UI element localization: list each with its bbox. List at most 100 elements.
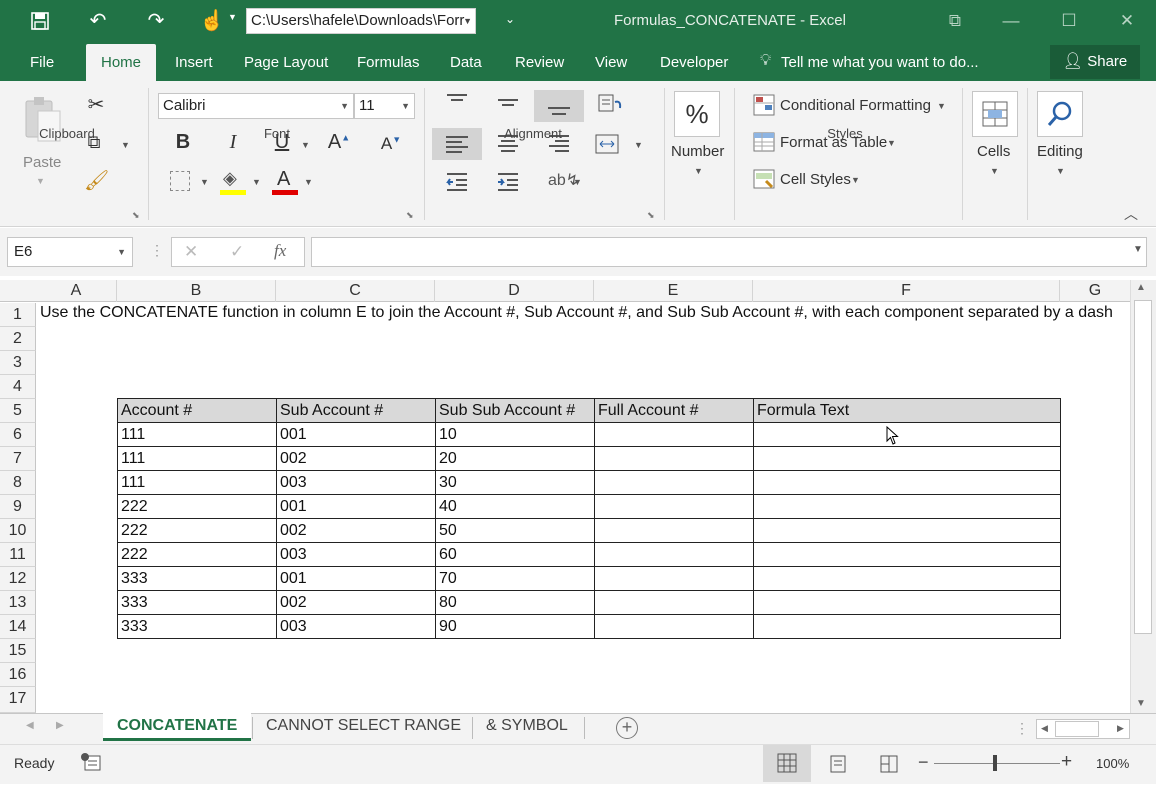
- row-header[interactable]: 8: [0, 471, 36, 495]
- paste-label[interactable]: Paste: [23, 154, 61, 171]
- decrease-font-size-icon[interactable]: A▼: [378, 134, 404, 154]
- alignment-launcher-icon[interactable]: ⬊: [647, 210, 655, 221]
- column-header-e[interactable]: E: [594, 280, 753, 302]
- editing-dropdown-icon[interactable]: ▼: [1056, 166, 1065, 176]
- table-cell-account[interactable]: 111: [117, 471, 276, 495]
- table-header-full-account[interactable]: Full Account #: [594, 399, 753, 423]
- vertical-scroll-thumb[interactable]: [1134, 300, 1152, 634]
- macro-record-icon[interactable]: [80, 752, 102, 772]
- table-cell-account[interactable]: 333: [117, 615, 276, 639]
- table-cell-full-account[interactable]: [594, 591, 753, 615]
- font-color-icon[interactable]: A: [272, 168, 298, 196]
- table-cell-sub-account[interactable]: 003: [276, 471, 435, 495]
- format-painter-icon[interactable]: 🖌︎: [84, 168, 109, 193]
- clipboard-launcher-icon[interactable]: ⬊: [132, 210, 140, 221]
- cells-icon[interactable]: [972, 91, 1018, 137]
- row-header[interactable]: 14: [0, 615, 36, 639]
- minimize-icon[interactable]: —: [996, 10, 1026, 32]
- table-cell-sub-account[interactable]: 002: [276, 591, 435, 615]
- table-cell-sub-sub-account[interactable]: 20: [435, 447, 594, 471]
- table-cell-formula-text[interactable]: [753, 423, 1060, 447]
- scroll-up-icon[interactable]: ▲: [1136, 282, 1146, 293]
- cells-label[interactable]: Cells: [977, 143, 1010, 160]
- undo-icon[interactable]: ↶: [84, 8, 112, 34]
- tab-formulas[interactable]: Formulas: [343, 44, 434, 81]
- cells-dropdown-icon[interactable]: ▼: [990, 166, 999, 176]
- touch-mode-dropdown-icon[interactable]: ▼: [228, 12, 237, 22]
- table-cell-account[interactable]: 333: [117, 567, 276, 591]
- row-header[interactable]: 15: [0, 639, 36, 663]
- path-dropdown-icon[interactable]: ▼: [463, 9, 472, 33]
- conditional-formatting-icon[interactable]: [752, 93, 776, 117]
- table-cell-account[interactable]: 222: [117, 543, 276, 567]
- borders-dropdown-icon[interactable]: ▼: [200, 177, 209, 187]
- number-dropdown-icon[interactable]: ▼: [694, 166, 703, 176]
- next-sheet-icon[interactable]: ▶: [56, 720, 64, 731]
- row-header[interactable]: 16: [0, 663, 36, 687]
- zoom-level[interactable]: 100%: [1096, 756, 1129, 771]
- enter-icon[interactable]: ✓: [230, 242, 244, 262]
- table-cell-sub-account[interactable]: 001: [276, 567, 435, 591]
- row-header[interactable]: 10: [0, 519, 36, 543]
- row-header[interactable]: 5: [0, 399, 36, 423]
- row-header[interactable]: 1: [0, 303, 36, 327]
- underline-dropdown-icon[interactable]: ▼: [301, 140, 310, 150]
- page-layout-view-icon[interactable]: [829, 754, 847, 774]
- table-cell-formula-text[interactable]: [753, 543, 1060, 567]
- format-as-table-icon[interactable]: [752, 130, 776, 154]
- row-header[interactable]: 11: [0, 543, 36, 567]
- font-launcher-icon[interactable]: ⬊: [406, 210, 414, 221]
- column-header-a[interactable]: A: [36, 280, 117, 302]
- cell-styles-icon[interactable]: [752, 167, 776, 191]
- table-cell-formula-text[interactable]: [753, 447, 1060, 471]
- row-header[interactable]: 13: [0, 591, 36, 615]
- align-left-icon[interactable]: [432, 128, 482, 160]
- font-name-dropdown-icon[interactable]: ▼: [340, 94, 349, 118]
- scroll-down-icon[interactable]: ▼: [1136, 698, 1146, 709]
- paste-dropdown-icon[interactable]: ▼: [36, 176, 45, 186]
- table-cell-account[interactable]: 111: [117, 423, 276, 447]
- middle-align-icon[interactable]: [495, 92, 521, 114]
- cell-styles-button[interactable]: Cell Styles: [780, 171, 851, 188]
- table-cell-sub-sub-account[interactable]: 70: [435, 567, 594, 591]
- file-path-box[interactable]: C:\Users\hafele\Downloads\Forr ▼: [246, 8, 476, 34]
- wrap-text-icon[interactable]: ab↯: [548, 170, 579, 194]
- table-cell-sub-sub-account[interactable]: 60: [435, 543, 594, 567]
- table-cell-account[interactable]: 222: [117, 495, 276, 519]
- cut-icon[interactable]: ✂: [84, 92, 108, 117]
- table-cell-sub-account[interactable]: 001: [276, 495, 435, 519]
- table-cell-account[interactable]: 111: [117, 447, 276, 471]
- table-cell-sub-sub-account[interactable]: 40: [435, 495, 594, 519]
- tab-view[interactable]: View: [581, 44, 641, 81]
- font-size-combo[interactable]: 11 ▼: [354, 93, 415, 119]
- table-cell-formula-text[interactable]: [753, 615, 1060, 639]
- table-cell-sub-account[interactable]: 001: [276, 423, 435, 447]
- tab-data[interactable]: Data: [436, 44, 496, 81]
- table-header-account[interactable]: Account #: [117, 399, 276, 423]
- tab-developer[interactable]: Developer: [646, 44, 742, 81]
- row-header[interactable]: 2: [0, 327, 36, 351]
- sheet-tab-concatenate[interactable]: CONCATENATE: [103, 713, 252, 741]
- orientation-icon[interactable]: [596, 92, 626, 118]
- zoom-slider-track[interactable]: [934, 763, 1060, 764]
- font-color-dropdown-icon[interactable]: ▼: [304, 177, 313, 187]
- table-cell-sub-account[interactable]: 002: [276, 519, 435, 543]
- column-header-f[interactable]: F: [753, 280, 1060, 302]
- redo-icon[interactable]: ↷: [142, 8, 170, 34]
- font-name-combo[interactable]: Calibri ▼: [158, 93, 354, 119]
- table-header-sub-account[interactable]: Sub Account #: [276, 399, 435, 423]
- increase-indent-icon[interactable]: [495, 170, 521, 194]
- table-cell-sub-account[interactable]: 003: [276, 543, 435, 567]
- table-cell-formula-text[interactable]: [753, 495, 1060, 519]
- customize-toolbar-icon[interactable]: ⌄: [505, 12, 515, 26]
- table-cell-full-account[interactable]: [594, 567, 753, 591]
- wrap-dropdown-icon[interactable]: ▼: [573, 177, 582, 187]
- table-header-sub-sub-account[interactable]: Sub Sub Account #: [435, 399, 594, 423]
- conditional-formatting-button[interactable]: Conditional Formatting: [780, 97, 931, 114]
- percent-icon[interactable]: %: [674, 91, 720, 137]
- editing-label[interactable]: Editing: [1037, 143, 1083, 160]
- number-label[interactable]: Number: [671, 143, 724, 160]
- sheet-tab-cannot-select-range[interactable]: CANNOT SELECT RANGE: [252, 713, 475, 741]
- zoom-out-icon[interactable]: −: [918, 752, 929, 773]
- ribbon-display-icon[interactable]: ⧉: [940, 10, 970, 32]
